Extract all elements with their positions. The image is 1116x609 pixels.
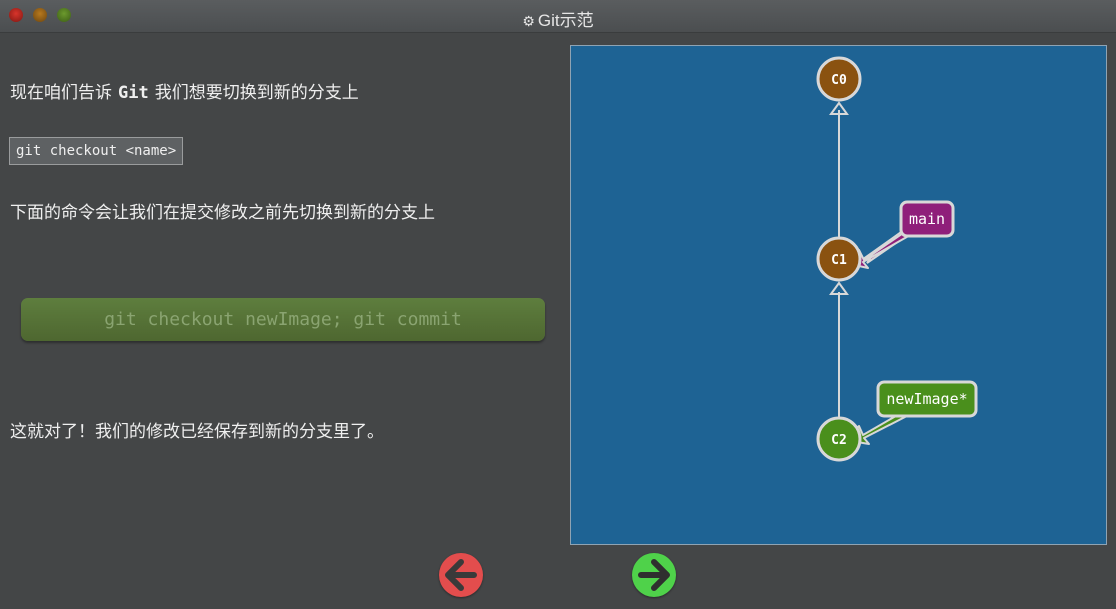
commit-node-c2: C2 (816, 416, 862, 462)
intro-paragraph: 现在咱们告诉 Git 我们想要切换到新的分支上 (10, 78, 359, 103)
intro-text-before: 现在咱们告诉 (10, 83, 112, 103)
explain-paragraph: 下面的命令会让我们在提交修改之前先切换到新的分支上 (10, 203, 435, 223)
branch-label-newimage: newImage* (886, 390, 967, 408)
intro-keyword: Git (118, 83, 149, 103)
gear-icon: ⚙ (522, 13, 535, 29)
title-bar: ⚙ Git示范 (0, 0, 1116, 33)
arrow-left-icon (445, 559, 477, 591)
intro-text-after: 我们想要切换到新的分支上 (154, 83, 359, 103)
commit-label-c1: C1 (831, 253, 847, 268)
commit-node-c0: C0 (816, 56, 862, 102)
commit-label-c2: C2 (831, 433, 847, 448)
commit-label-c0: C0 (831, 73, 847, 88)
run-command-button[interactable]: git checkout newImage; git commit (21, 298, 545, 341)
git-graph-canvas: main newImage* C0 C1 C2 (570, 45, 1107, 545)
window-title: ⚙ Git示范 (0, 6, 1116, 31)
result-paragraph: 这就对了！我们的修改已经保存到新的分支里了。 (10, 422, 384, 442)
previous-step-button[interactable] (439, 553, 483, 597)
commit-edge-c2-c1 (829, 281, 849, 417)
commit-edge-c1-c0 (829, 101, 849, 237)
commit-node-c1: C1 (816, 236, 862, 282)
syntax-code-box: git checkout <name> (9, 137, 184, 165)
branch-newimage-pointer: newImage* (844, 380, 978, 445)
window-title-text: Git示范 (537, 11, 594, 30)
arrow-right-icon (638, 559, 670, 591)
next-step-button[interactable] (632, 553, 676, 597)
branch-label-main: main (909, 210, 945, 228)
